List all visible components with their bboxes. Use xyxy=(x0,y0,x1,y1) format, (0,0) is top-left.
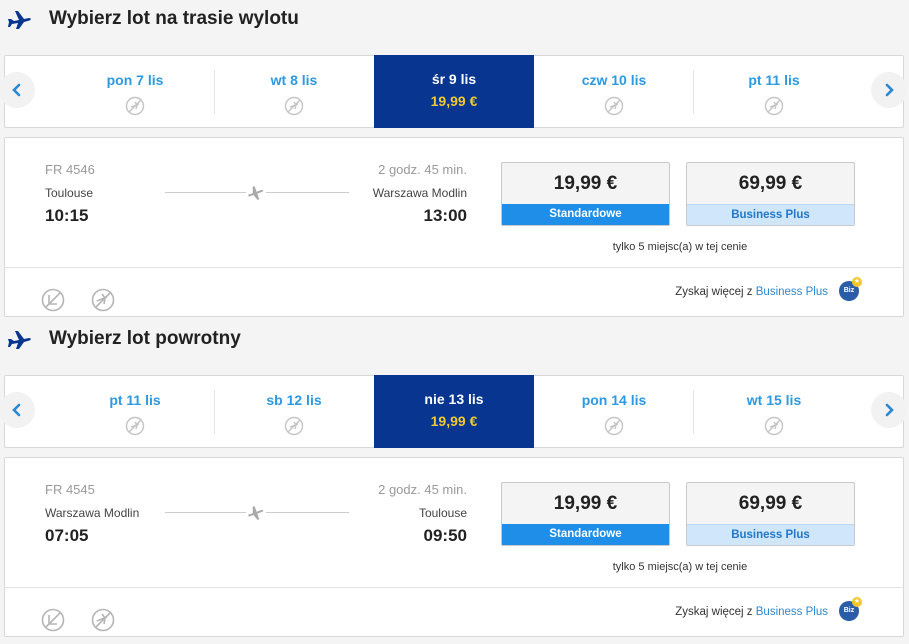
date-label: pt 11 lis xyxy=(748,72,800,88)
no-flights-icon xyxy=(764,416,784,436)
fare-price: 19,99 € xyxy=(553,493,618,514)
date-label: sb 12 lis xyxy=(266,392,322,408)
date-label: wt 15 lis xyxy=(746,392,802,408)
date-label: pon 14 lis xyxy=(581,392,647,408)
no-flights-icon xyxy=(604,96,624,116)
biz-badge-icon: Biz ★ xyxy=(839,277,862,301)
standard-fare-button[interactable]: 19,99 € Standardowe xyxy=(501,162,670,226)
return-date-bar: pt 11 lis sb 12 lis nie 13 lis 19,99 € p… xyxy=(0,375,907,448)
next-dates-button[interactable] xyxy=(871,72,907,108)
plane-takeoff-icon xyxy=(8,331,31,349)
destination-airport: Toulouse xyxy=(418,506,467,520)
date-tab[interactable]: pon 7 lis xyxy=(55,56,215,127)
date-tab[interactable]: pt 11 lis xyxy=(55,376,215,447)
chevron-right-icon xyxy=(885,83,894,97)
biz-badge-icon: Biz ★ xyxy=(839,597,862,621)
no-flight-change-icon xyxy=(91,288,115,312)
arrival-time: 09:50 xyxy=(423,526,467,545)
upsell-text: Zyskaj więcej z xyxy=(675,606,756,618)
no-flights-icon xyxy=(284,416,304,436)
date-tab-selected[interactable]: nie 13 lis 19,99 € xyxy=(374,375,534,448)
chevron-right-icon xyxy=(885,403,894,417)
standard-fare-button[interactable]: 19,99 € Standardowe xyxy=(501,482,670,546)
departure-time: 10:15 xyxy=(45,206,89,225)
no-flights-icon xyxy=(604,416,624,436)
fare-price: 69,99 € xyxy=(738,173,803,194)
date-price: 19,99 € xyxy=(430,413,478,429)
date-tab-selected[interactable]: śr 9 lis 19,99 € xyxy=(374,55,534,128)
no-flights-icon xyxy=(125,416,145,436)
return-header: Wybierz lot powrotny xyxy=(0,320,909,360)
date-label: pon 7 lis xyxy=(106,72,164,88)
origin-airport: Toulouse xyxy=(45,186,94,200)
business-plus-fare-button[interactable]: 69,99 € Business Plus xyxy=(686,162,855,226)
date-label: pt 11 lis xyxy=(109,392,161,408)
fare-name: Business Plus xyxy=(687,204,854,225)
origin-airport: Warszawa Modlin xyxy=(45,506,140,520)
fare-name: Business Plus xyxy=(687,524,854,545)
upsell-text: Zyskaj więcej z xyxy=(675,286,756,298)
biz-badge-label: Biz xyxy=(843,607,855,614)
date-price: 19,99 € xyxy=(430,93,478,109)
date-tab[interactable]: pt 11 lis xyxy=(694,56,854,127)
business-plus-upsell: Zyskaj więcej z Business Plus xyxy=(675,606,828,618)
date-label: wt 8 lis xyxy=(270,72,318,88)
arrival-time: 13:00 xyxy=(423,206,467,225)
no-checkin-icon xyxy=(41,608,65,632)
no-flight-change-icon xyxy=(91,608,115,632)
biz-badge-label: Biz xyxy=(843,287,855,294)
section-title: Wybierz lot powrotny xyxy=(49,328,241,349)
date-label: czw 10 lis xyxy=(581,72,647,88)
no-checkin-icon xyxy=(41,288,65,312)
no-flights-icon xyxy=(764,96,784,116)
return-flight-card: FR 4545 Warszawa Modlin 07:05 2 godz. 45… xyxy=(4,457,904,637)
date-tab[interactable]: pon 14 lis xyxy=(534,376,694,447)
outbound-flight-card: FR 4546 Toulouse 10:15 2 godz. 45 min. W… xyxy=(4,137,904,317)
business-plus-upsell: Zyskaj więcej z Business Plus xyxy=(675,286,828,298)
seats-left-note: tylko 5 miejsc(a) w tej cenie xyxy=(612,561,748,573)
fare-price: 69,99 € xyxy=(738,493,803,514)
seats-left-note: tylko 5 miejsc(a) w tej cenie xyxy=(612,241,748,253)
plane-icon xyxy=(246,183,266,203)
flight-number: FR 4546 xyxy=(45,162,95,177)
no-flights-icon xyxy=(284,96,304,116)
fare-name: Standardowe xyxy=(502,204,669,225)
card-divider xyxy=(5,587,903,588)
fare-price: 19,99 € xyxy=(553,173,618,194)
prev-dates-button[interactable] xyxy=(0,392,35,428)
flight-number: FR 4545 xyxy=(45,482,95,497)
outbound-date-bar: pon 7 lis wt 8 lis śr 9 lis 19,99 € czw … xyxy=(0,55,907,128)
chevron-left-icon xyxy=(12,83,21,97)
business-plus-fare-button[interactable]: 69,99 € Business Plus xyxy=(686,482,855,546)
business-plus-link[interactable]: Business Plus xyxy=(756,286,828,298)
date-tab[interactable]: czw 10 lis xyxy=(534,56,694,127)
departure-time: 07:05 xyxy=(45,526,89,545)
date-tab[interactable]: wt 15 lis xyxy=(694,376,854,447)
date-label: nie 13 lis xyxy=(424,391,484,407)
plane-icon xyxy=(246,503,266,523)
business-plus-link[interactable]: Business Plus xyxy=(756,606,828,618)
flight-duration: 2 godz. 45 min. xyxy=(378,162,467,177)
prev-dates-button[interactable] xyxy=(0,72,35,108)
date-tab[interactable]: sb 12 lis xyxy=(214,376,374,447)
next-dates-button[interactable] xyxy=(871,392,907,428)
card-divider xyxy=(5,267,903,268)
plane-takeoff-icon xyxy=(8,11,31,29)
star-icon: ★ xyxy=(852,277,862,287)
fare-name: Standardowe xyxy=(502,524,669,545)
date-tab[interactable]: wt 8 lis xyxy=(214,56,374,127)
page-title: Wybierz lot na trasie wylotu xyxy=(49,8,299,29)
chevron-left-icon xyxy=(12,403,21,417)
no-flights-icon xyxy=(125,96,145,116)
outbound-header: Wybierz lot na trasie wylotu xyxy=(0,0,909,40)
date-label: śr 9 lis xyxy=(431,71,477,87)
destination-airport: Warszawa Modlin xyxy=(372,186,467,200)
star-icon: ★ xyxy=(852,597,862,607)
flight-duration: 2 godz. 45 min. xyxy=(378,482,467,497)
